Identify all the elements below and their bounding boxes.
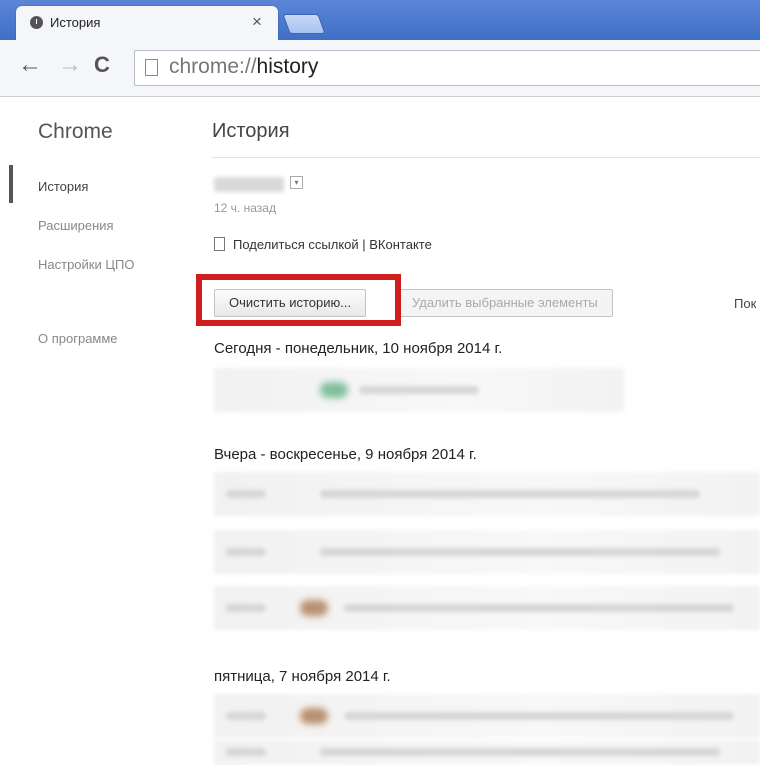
history-entry-blurred[interactable]	[214, 368, 624, 412]
history-entry-blurred[interactable]	[214, 586, 760, 630]
entry-text-blurred	[344, 712, 734, 720]
document-icon	[214, 237, 225, 251]
share-row: Поделиться ссылкой | ВКонтакте	[214, 237, 432, 252]
entry-time-blurred	[226, 490, 266, 498]
tab-strip: История ×	[0, 0, 760, 40]
tab-title: История	[50, 15, 101, 30]
history-entry-blurred[interactable]	[214, 694, 760, 738]
sidebar-active-marker	[9, 165, 13, 203]
day-heading-today: Сегодня - понедельник, 10 ноября 2014 г.	[214, 340, 503, 357]
entry-text-blurred	[320, 548, 720, 556]
favicon-icon	[300, 600, 328, 616]
delete-selected-button[interactable]: Удалить выбранные элементы	[397, 289, 613, 317]
sidebar-item-extensions[interactable]: Расширения	[38, 218, 114, 233]
close-icon[interactable]: ×	[252, 12, 262, 32]
sidebar-item-about[interactable]: О программе	[38, 331, 118, 346]
entry-text-blurred	[344, 604, 734, 612]
sidebar-title: Chrome	[38, 120, 113, 143]
history-entry-blurred[interactable]	[214, 530, 760, 574]
url-text: chrome://history	[169, 55, 319, 78]
entry-time-blurred	[226, 548, 266, 556]
account-time: 12 ч. назад	[214, 201, 276, 215]
entry-text-blurred	[359, 386, 479, 394]
share-link[interactable]: Поделиться ссылкой	[233, 237, 359, 252]
share-vk-link[interactable]: ВКонтакте	[369, 237, 432, 252]
history-entry-blurred[interactable]	[214, 740, 760, 765]
history-entry-blurred[interactable]	[214, 472, 760, 516]
entry-text-blurred	[320, 490, 700, 498]
address-bar[interactable]: chrome://history	[134, 50, 760, 86]
page-title: История	[212, 120, 290, 142]
search-button-partial[interactable]: Пок	[734, 296, 756, 311]
back-arrow-icon[interactable]: ←	[18, 50, 42, 80]
account-name-blurred	[214, 177, 284, 192]
entry-text-blurred	[320, 748, 720, 756]
clear-history-button[interactable]: Очистить историю...	[214, 289, 367, 317]
reload-icon[interactable]: C	[94, 50, 110, 80]
entry-time-blurred	[226, 604, 266, 612]
tab-history[interactable]: История ×	[16, 6, 278, 40]
day-heading-yesterday: Вчера - воскресенье, 9 ноября 2014 г.	[214, 446, 477, 463]
sidebar-item-history[interactable]: История	[38, 179, 88, 194]
share-separator: |	[358, 237, 370, 252]
new-tab-button[interactable]	[282, 14, 326, 34]
entry-time-blurred	[226, 712, 266, 720]
chevron-down-icon[interactable]: ▾	[290, 176, 303, 189]
favicon-icon	[300, 708, 328, 724]
day-heading-friday: пятница, 7 ноября 2014 г.	[214, 668, 391, 685]
entry-time-blurred	[226, 748, 266, 756]
title-divider	[212, 157, 760, 158]
favicon-icon	[320, 382, 348, 398]
clock-icon	[30, 16, 43, 29]
forward-arrow-icon[interactable]: →	[58, 50, 82, 80]
browser-toolbar: ← → C chrome://history	[0, 40, 760, 97]
page-icon	[145, 59, 158, 76]
sidebar-item-settings[interactable]: Настройки ЦПО	[38, 257, 134, 272]
